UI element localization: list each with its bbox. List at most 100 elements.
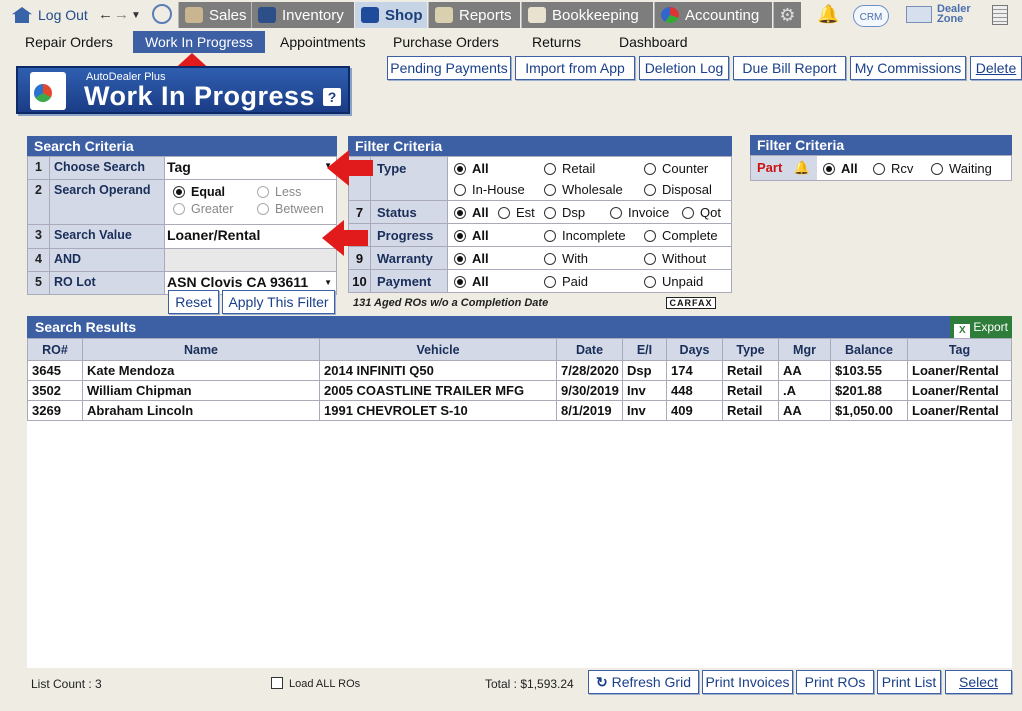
column-header-name[interactable]: Name [82, 338, 320, 361]
column-header-days[interactable]: Days [666, 338, 723, 361]
refresh-grid-button[interactable]: ↻ Refresh Grid [588, 670, 699, 694]
table-row[interactable]: 3645 Kate Mendoza 2014 INFINITI Q50 7/28… [27, 360, 1012, 381]
status-dsp-radio[interactable]: Dsp [544, 205, 585, 220]
due-bill-report-button[interactable]: Due Bill Report [733, 56, 846, 80]
submenu-appointments[interactable]: Appointments [268, 31, 378, 53]
user-face-icon[interactable] [152, 4, 172, 24]
type-wholesale-radio[interactable]: Wholesale [544, 182, 623, 197]
warranty-without-radio[interactable]: Without [644, 251, 706, 266]
cell-days: 174 [666, 360, 723, 381]
pending-payments-button[interactable]: Pending Payments [387, 56, 511, 80]
type-counter-radio[interactable]: Counter [644, 161, 708, 176]
reset-button[interactable]: Reset [168, 290, 219, 314]
column-header-tag[interactable]: Tag [907, 338, 1012, 361]
forward-arrow-icon[interactable]: → [114, 6, 129, 23]
deletion-log-button[interactable]: Deletion Log [639, 56, 729, 80]
table-row[interactable]: 3269 Abraham Lincoln 1991 CHEVROLET S-10… [27, 400, 1012, 421]
status-invoice-radio[interactable]: Invoice [610, 205, 669, 220]
select-button[interactable]: Select [945, 670, 1012, 694]
print-invoices-button[interactable]: Print Invoices [702, 670, 793, 694]
warranty-with-radio[interactable]: With [544, 251, 588, 266]
crm-button[interactable]: CRM [853, 5, 889, 27]
apply-filter-button[interactable]: Apply This Filter [222, 290, 335, 314]
column-header-mgr[interactable]: Mgr [778, 338, 831, 361]
column-header-type[interactable]: Type [722, 338, 779, 361]
dropdown-arrow-icon[interactable]: ▼ [324, 278, 332, 287]
search-criteria-title: Search Criteria [27, 136, 337, 156]
type-inhouse-radio[interactable]: In-House [454, 182, 525, 197]
tab-accounting[interactable]: Accounting [654, 2, 772, 28]
part-all-radio[interactable]: All [823, 161, 858, 176]
column-header-balance[interactable]: Balance [830, 338, 908, 361]
part-rcv-radio[interactable]: Rcv [873, 161, 913, 176]
settings-button[interactable]: ⚙ [773, 2, 801, 28]
submenu-returns[interactable]: Returns [520, 31, 593, 53]
payment-unpaid-radio[interactable]: Unpaid [644, 274, 703, 289]
my-commissions-button[interactable]: My Commissions [850, 56, 966, 80]
history-dropdown-icon[interactable]: ▼ [131, 10, 141, 21]
export-button[interactable]: X Export [950, 316, 1012, 338]
radio-icon [257, 203, 269, 215]
status-est-label: Est [516, 205, 535, 220]
type-disposal-radio[interactable]: Disposal [644, 182, 712, 197]
tab-sales[interactable]: Sales [178, 2, 251, 28]
table-row[interactable]: 3502 William Chipman 2005 COASTLINE TRAI… [27, 380, 1012, 401]
submenu-dashboard[interactable]: Dashboard [607, 31, 700, 53]
tab-reports[interactable]: Reports [428, 2, 520, 28]
checkbox-icon[interactable] [271, 677, 283, 689]
search-criteria-panel: Search Criteria 1 Choose Search Tag ▼ 2 … [27, 136, 337, 295]
import-from-app-button[interactable]: Import from App [515, 56, 635, 80]
red-arrow-annotation-left [327, 150, 373, 186]
operand-less-radio[interactable]: Less [257, 185, 301, 199]
submenu-purchase-orders[interactable]: Purchase Orders [381, 31, 511, 53]
calculator-icon[interactable] [992, 5, 1008, 25]
delete-button[interactable]: Delete [970, 56, 1022, 80]
operand-between-radio[interactable]: Between [257, 202, 324, 216]
status-est-radio[interactable]: Est [498, 205, 535, 220]
cell-mgr: AA [778, 400, 831, 421]
dealer-zone-icon[interactable] [906, 6, 932, 23]
load-all-ros-checkbox[interactable]: Load ALL ROs [271, 677, 360, 690]
carfax-logo[interactable]: CARFAX [666, 297, 716, 309]
type-retail-radio[interactable]: Retail [544, 161, 595, 176]
bell-icon[interactable]: 🔔 [817, 4, 839, 25]
logout-button[interactable]: Log Out [12, 2, 88, 28]
search-results-panel: Search Results X Export RO# Name Vehicle … [27, 316, 1012, 668]
progress-complete-radio[interactable]: Complete [644, 228, 718, 243]
progress-all-radio[interactable]: All [454, 228, 489, 243]
and-field[interactable] [164, 248, 337, 272]
search-value-input[interactable]: Loaner/Rental [164, 224, 337, 249]
column-header-ro[interactable]: RO# [27, 338, 83, 361]
status-qot-radio[interactable]: Qot [682, 205, 721, 220]
page-title: Work In Progress [84, 81, 316, 111]
progress-incomplete-radio[interactable]: Incomplete [544, 228, 626, 243]
choose-search-select[interactable]: Tag ▼ [164, 156, 337, 180]
aged-ros-link[interactable]: 131 Aged ROs w/o a Completion Date [353, 297, 548, 309]
submenu-repair-orders[interactable]: Repair Orders [13, 31, 125, 53]
help-icon[interactable]: ? [323, 88, 341, 106]
print-list-button[interactable]: Print List [877, 670, 941, 694]
tab-inventory[interactable]: Inventory [251, 2, 354, 28]
submenu-work-in-progress[interactable]: Work In Progress [133, 31, 265, 53]
operand-equal-radio[interactable]: Equal [173, 185, 225, 199]
progress-label: Progress [370, 223, 448, 247]
refresh-icon: ↻ [596, 674, 608, 690]
part-waiting-radio[interactable]: Waiting [931, 161, 992, 176]
back-arrow-icon[interactable]: ← [98, 6, 113, 23]
operand-greater-radio[interactable]: Greater [173, 202, 233, 216]
payment-paid-radio[interactable]: Paid [544, 274, 588, 289]
type-all-radio[interactable]: All [454, 161, 489, 176]
column-header-date[interactable]: Date [556, 338, 623, 361]
status-all-radio[interactable]: All [454, 205, 489, 220]
warranty-all-radio[interactable]: All [454, 251, 489, 266]
tab-shop[interactable]: Shop [355, 2, 427, 28]
column-header-ei[interactable]: E/I [622, 338, 667, 361]
print-ros-button[interactable]: Print ROs [796, 670, 874, 694]
payment-all-radio[interactable]: All [454, 274, 489, 289]
tab-bookkeeping[interactable]: Bookkeeping [521, 2, 653, 28]
tab-shop-label: Shop [385, 6, 423, 24]
part-filter-row: Part 🔔 All Rcv Waiting [750, 155, 1012, 181]
column-header-vehicle[interactable]: Vehicle [319, 338, 557, 361]
tab-inventory-label: Inventory [282, 6, 344, 24]
dealer-zone-link[interactable]: Dealer Zone [937, 4, 971, 25]
